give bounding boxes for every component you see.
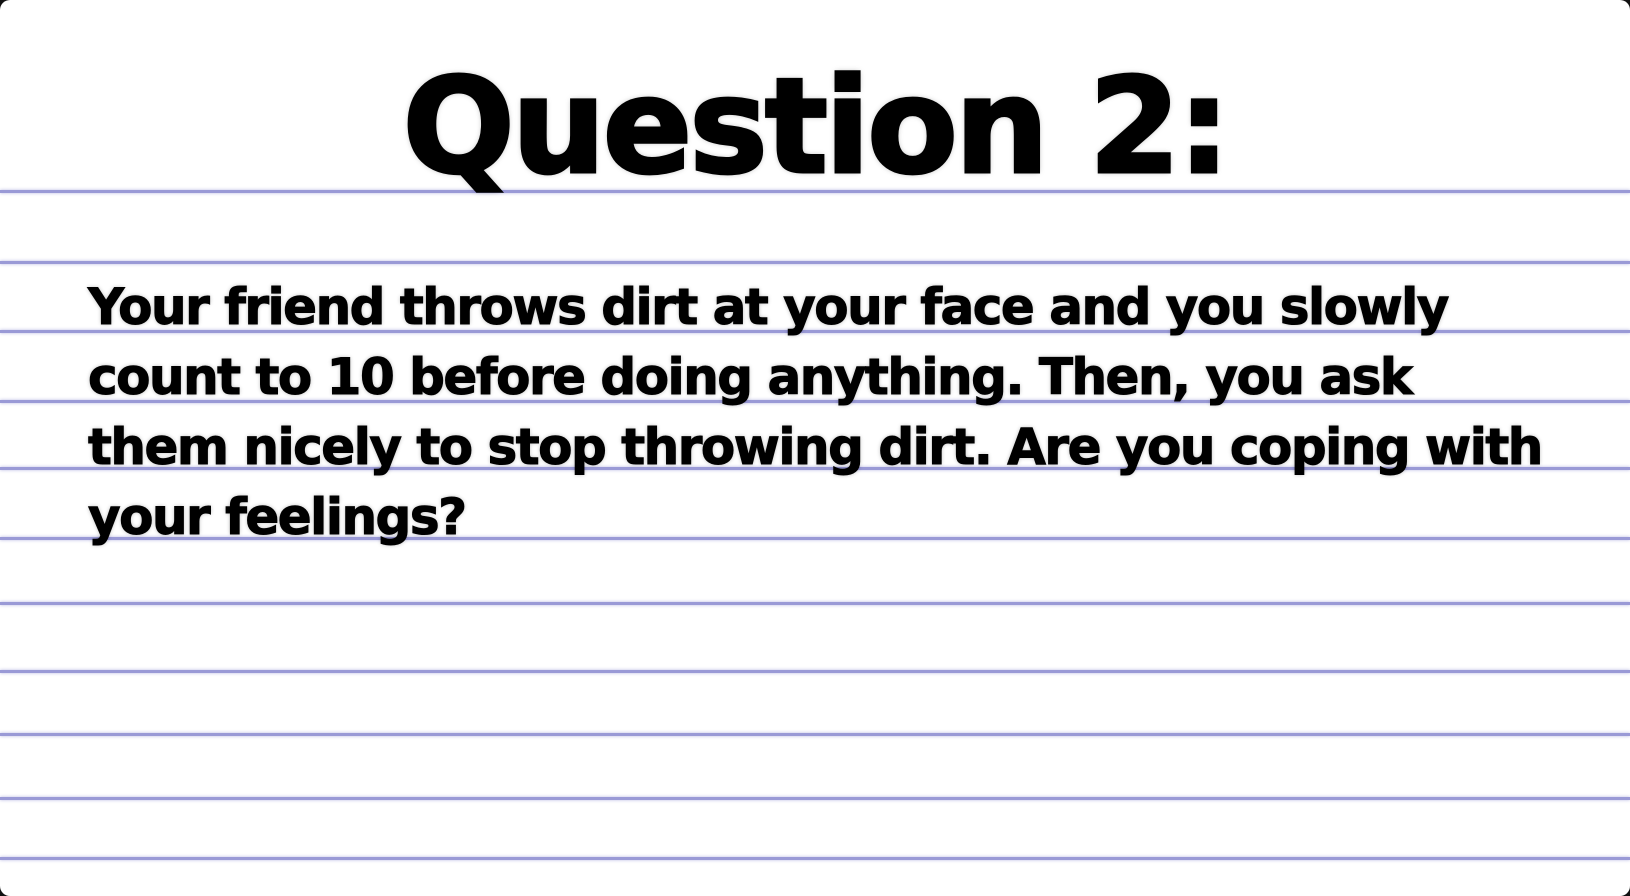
question-text: Your friend throws dirt at your face and… — [88, 278, 1544, 547]
ruled-line — [0, 670, 1630, 673]
question-card: Question 2: Your friend throws dirt at y… — [0, 0, 1630, 896]
ruled-line — [0, 602, 1630, 605]
ruled-line — [0, 733, 1630, 736]
ruled-line — [0, 857, 1630, 860]
ruled-line — [0, 261, 1630, 264]
ruled-line — [0, 797, 1630, 800]
question-title: Question 2: — [401, 50, 1232, 204]
